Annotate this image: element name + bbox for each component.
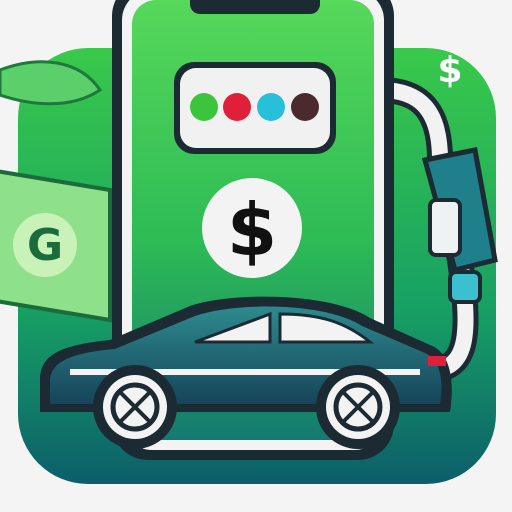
banknote-icon: G <box>0 169 112 323</box>
rear-wheel-icon <box>316 365 400 449</box>
car-taillight <box>428 356 446 366</box>
dollar-coin-icon: $ <box>202 178 302 278</box>
indicator-brown <box>291 93 319 121</box>
icon-illustration: G $ $ <box>0 0 498 484</box>
banknote-letter: G <box>27 220 63 271</box>
indicator-green <box>190 93 218 121</box>
front-wheel-icon <box>93 365 177 449</box>
fuel-payment-app-icon: G $ $ <box>0 0 512 512</box>
phone-notch <box>190 0 320 14</box>
indicator-red <box>223 93 251 121</box>
corner-dollar-icon: $ <box>437 50 462 91</box>
status-display <box>174 62 336 154</box>
dollar-symbol: $ <box>227 188 277 272</box>
indicator-cyan <box>257 93 285 121</box>
